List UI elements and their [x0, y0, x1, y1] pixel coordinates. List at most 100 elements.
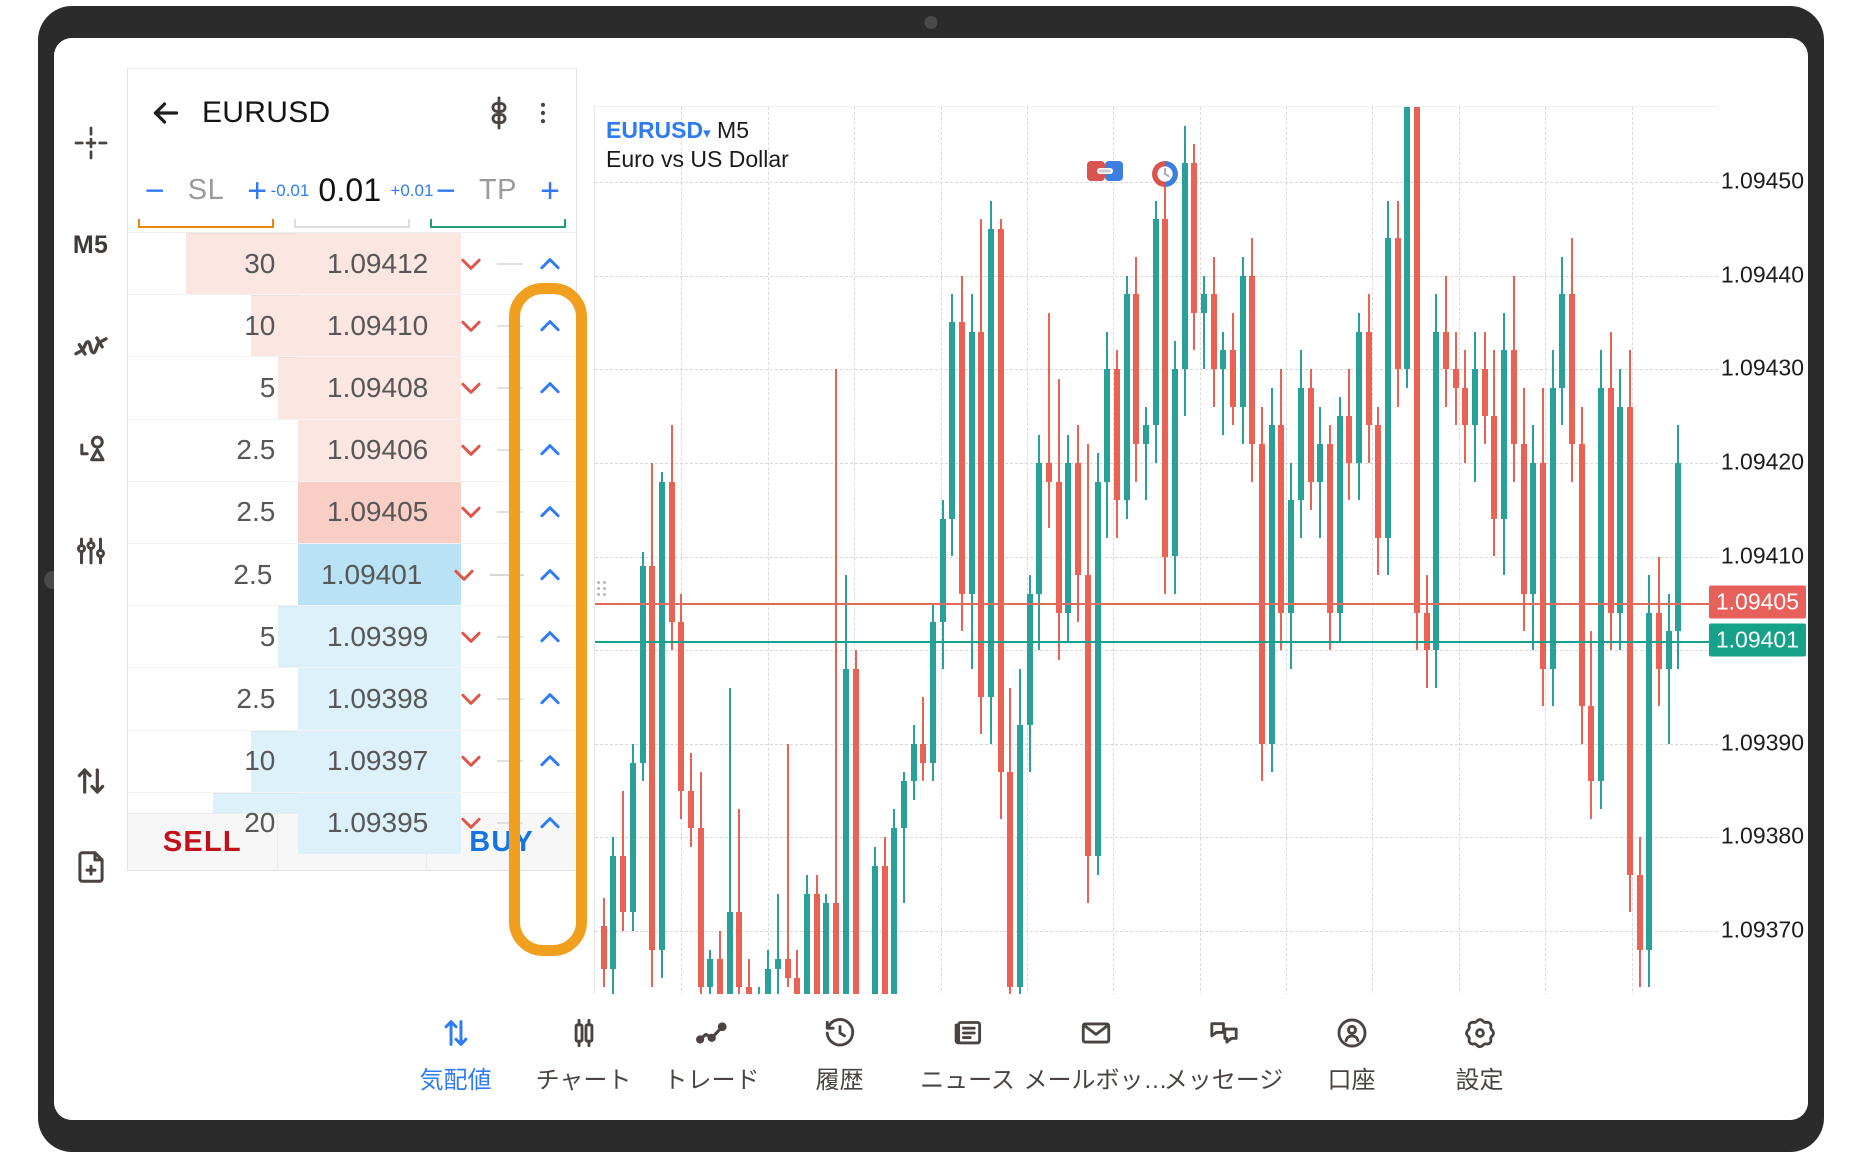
candlestick [1414, 107, 1420, 1006]
more-vertical-icon[interactable] [524, 88, 562, 138]
price-tick-label: 1.09450 [1720, 167, 1804, 194]
dom-row[interactable]: 10 1.09397 [128, 730, 576, 793]
tp-increment-button[interactable]: + [533, 174, 567, 208]
price-tick-label: 1.09410 [1720, 542, 1804, 568]
nav-item-trade[interactable]: トレード [648, 1010, 776, 1095]
nav-item-history[interactable]: 履歴 [776, 1010, 904, 1095]
settings-icon [1463, 1010, 1497, 1056]
sell-arrow-icon[interactable] [444, 435, 497, 465]
candlestick [920, 107, 927, 1006]
candlestick [862, 107, 868, 1006]
nav-label-messages: メッセージ [1163, 1067, 1284, 1094]
back-arrow-icon[interactable] [144, 91, 188, 135]
dom-spread-marker [497, 262, 524, 265]
dom-price[interactable]: 1.09406 [289, 434, 444, 466]
buy-arrow-icon[interactable] [523, 311, 576, 341]
candlestick [1230, 107, 1237, 1006]
chart-plot-area[interactable] [594, 106, 1718, 1006]
volume-decrement-button[interactable]: -0.01 [271, 181, 310, 201]
candlestick [1104, 107, 1111, 1006]
dom-price[interactable]: 1.09399 [289, 621, 444, 653]
timeframe-button[interactable]: M5 [54, 202, 127, 288]
candlestick [1278, 107, 1285, 1006]
new-order-icon[interactable] [54, 824, 127, 910]
nav-label-trade: トレード [663, 1067, 760, 1094]
indicators-icon[interactable] [54, 304, 127, 390]
candlestick [1259, 107, 1266, 1006]
candlestick [1133, 107, 1140, 1006]
timeframe-label: M5 [72, 230, 109, 259]
buy-arrow-icon[interactable] [523, 435, 576, 465]
nav-item-account[interactable]: 口座 [1288, 1010, 1416, 1095]
buy-arrow-icon[interactable] [523, 746, 576, 776]
tp-decrement-button[interactable]: − [429, 174, 463, 208]
objects-icon[interactable] [54, 406, 127, 492]
dom-row[interactable]: 2.5 1.09406 [128, 419, 576, 482]
dom-price[interactable]: 1.09395 [289, 807, 444, 839]
economic-calendar-badge[interactable] [1150, 159, 1180, 194]
dom-price[interactable]: 1.09405 [289, 496, 444, 528]
buy-arrow-icon[interactable] [523, 808, 576, 838]
volume-value[interactable]: 0.01 [318, 172, 381, 209]
news-event-badge[interactable] [1087, 159, 1123, 188]
buy-arrow-icon[interactable] [523, 249, 576, 279]
panel-drag-handle[interactable] [597, 581, 606, 596]
trade-arrows-icon[interactable] [54, 738, 127, 824]
candlestick [1675, 107, 1682, 1006]
chevron-down-icon[interactable]: ▾ [703, 125, 711, 142]
dom-row[interactable]: 30 1.09412 [128, 233, 576, 296]
candlestick [1472, 107, 1479, 1006]
candlestick [871, 107, 878, 1006]
sl-decrement-button[interactable]: − [138, 174, 172, 208]
candlestick [1404, 107, 1411, 1006]
volume-control[interactable]: -0.01 0.01 +0.01 [271, 157, 433, 232]
sell-arrow-icon[interactable] [444, 373, 497, 403]
sell-arrow-icon[interactable] [444, 249, 497, 279]
dom-row[interactable]: 10 1.09410 [128, 295, 576, 358]
nav-item-market-watch[interactable]: 気配値 [392, 1010, 520, 1095]
sell-arrow-icon[interactable] [444, 311, 497, 341]
dom-row[interactable]: 5 1.09399 [128, 606, 576, 669]
nav-item-news[interactable]: ニュース [904, 1010, 1032, 1095]
dom-price[interactable]: 1.09401 [286, 559, 438, 591]
depth-of-market-icon[interactable] [474, 88, 524, 138]
take-profit-control[interactable]: − TP + [420, 157, 576, 232]
volume-underline [294, 219, 410, 228]
nav-item-settings[interactable]: 設定 [1416, 1010, 1544, 1095]
chart-symbol[interactable]: EURUSD [606, 117, 703, 143]
nav-item-chart[interactable]: チャート [520, 1010, 648, 1095]
dom-row[interactable]: 2.5 1.09401 [128, 543, 576, 607]
sell-arrow-icon[interactable] [444, 622, 497, 652]
stop-loss-control[interactable]: − SL + [128, 157, 284, 232]
sl-increment-button[interactable]: + [240, 174, 274, 208]
settings-sliders-icon[interactable] [54, 508, 127, 594]
dom-price[interactable]: 1.09408 [289, 372, 444, 404]
buy-arrow-icon[interactable] [523, 622, 576, 652]
nav-item-messages[interactable]: メッセージ [1160, 1010, 1288, 1095]
dom-row[interactable]: 5 1.09408 [128, 357, 576, 420]
candlestick [1578, 107, 1585, 1006]
sell-arrow-icon[interactable] [438, 560, 490, 590]
nav-label-mailbox: メールボッ… [1023, 1067, 1168, 1094]
nav-label-history: 履歴 [815, 1067, 864, 1094]
buy-arrow-icon[interactable] [524, 560, 576, 590]
candlestick [1026, 107, 1033, 1006]
nav-item-mailbox[interactable]: メールボッ… [1024, 1010, 1168, 1095]
buy-arrow-icon[interactable] [523, 497, 576, 527]
price-chart[interactable]: EURUSD▾ M5 Euro vs US Dollar 1.09450 1.09… [578, 68, 1808, 1068]
sell-arrow-icon[interactable] [444, 684, 497, 714]
sell-arrow-icon[interactable] [444, 808, 497, 838]
dom-row[interactable]: 2.5 1.09405 [128, 481, 576, 544]
candlestick [1520, 107, 1527, 1006]
price-axis[interactable]: 1.09450 1.09440 1.09430 1.09420 1.09410 1.094… [1708, 106, 1808, 1006]
sell-arrow-icon[interactable] [444, 746, 497, 776]
dom-price[interactable]: 1.09412 [289, 248, 444, 280]
dom-price[interactable]: 1.09398 [289, 683, 444, 715]
sell-arrow-icon[interactable] [444, 497, 497, 527]
dom-row[interactable]: 2.5 1.09398 [128, 668, 576, 731]
buy-arrow-icon[interactable] [523, 373, 576, 403]
buy-arrow-icon[interactable] [523, 684, 576, 714]
dom-price[interactable]: 1.09397 [289, 745, 444, 777]
dom-price[interactable]: 1.09410 [289, 310, 444, 342]
crosshair-icon[interactable] [54, 100, 127, 186]
